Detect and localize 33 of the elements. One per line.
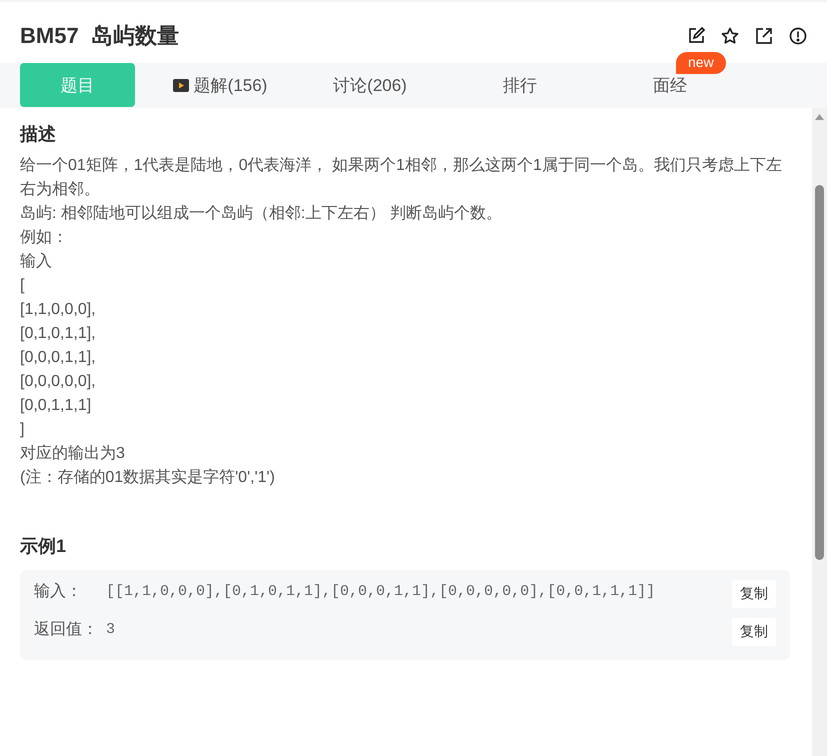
description-text: [0,0,0,1,1], bbox=[20, 348, 97, 368]
example-label: 输入： bbox=[34, 582, 83, 602]
section-heading: 描述 bbox=[20, 123, 57, 146]
section-heading: 示例1 bbox=[20, 535, 68, 558]
tab[interactable]: 题解(156) bbox=[155, 63, 285, 107]
info-icon[interactable] bbox=[789, 26, 807, 44]
problem-title: BM57 岛屿数量 bbox=[20, 22, 179, 50]
description-text: [1,1,0,0,0], bbox=[20, 300, 97, 320]
description-text: 输入 bbox=[20, 252, 53, 272]
description-text: ] bbox=[20, 420, 26, 440]
description-text: 例如： bbox=[20, 228, 69, 248]
description-text: [ bbox=[20, 276, 26, 296]
scrollbar-thumb[interactable] bbox=[815, 185, 824, 560]
description-text: 岛屿: 相邻陆地可以组成一个岛屿（相邻:上下左右） 判断岛屿个数。 bbox=[20, 204, 503, 224]
example-label: 返回值： bbox=[34, 620, 99, 640]
description-text: (注：存储的01数据其实是字符'0','1') bbox=[20, 468, 276, 488]
new-badge: new bbox=[676, 52, 726, 74]
tab[interactable]: 讨论(206) bbox=[305, 63, 435, 107]
description-text: [0,0,0,0,0], bbox=[20, 372, 97, 392]
video-icon bbox=[172, 78, 189, 92]
description-text: [0,0,1,1,1] bbox=[20, 396, 92, 416]
description-text: [0,1,0,1,1], bbox=[20, 324, 97, 344]
copy-button[interactable]: 复制 bbox=[732, 580, 776, 608]
scrollbar[interactable] bbox=[812, 108, 827, 756]
external-link-icon[interactable] bbox=[755, 26, 773, 44]
description-text: 给一个01矩阵，1代表是陆地，0代表海洋， 如果两个1相邻，那么这两个1属于同一个岛。我们只考虑上下左右为相邻。 bbox=[20, 156, 783, 200]
description-text: 对应的输出为3 bbox=[20, 444, 126, 464]
example-value: 3 bbox=[106, 620, 116, 640]
star-icon[interactable] bbox=[721, 26, 739, 44]
example-value: [[1,1,0,0,0],[0,1,0,1,1],[0,0,0,1,1],[0,0,0,0,0],[0,0,1,1,1]] bbox=[106, 582, 656, 602]
tab[interactable]: 排行 bbox=[455, 63, 585, 107]
edit-icon[interactable] bbox=[687, 26, 705, 44]
copy-button[interactable]: 复制 bbox=[732, 618, 776, 646]
